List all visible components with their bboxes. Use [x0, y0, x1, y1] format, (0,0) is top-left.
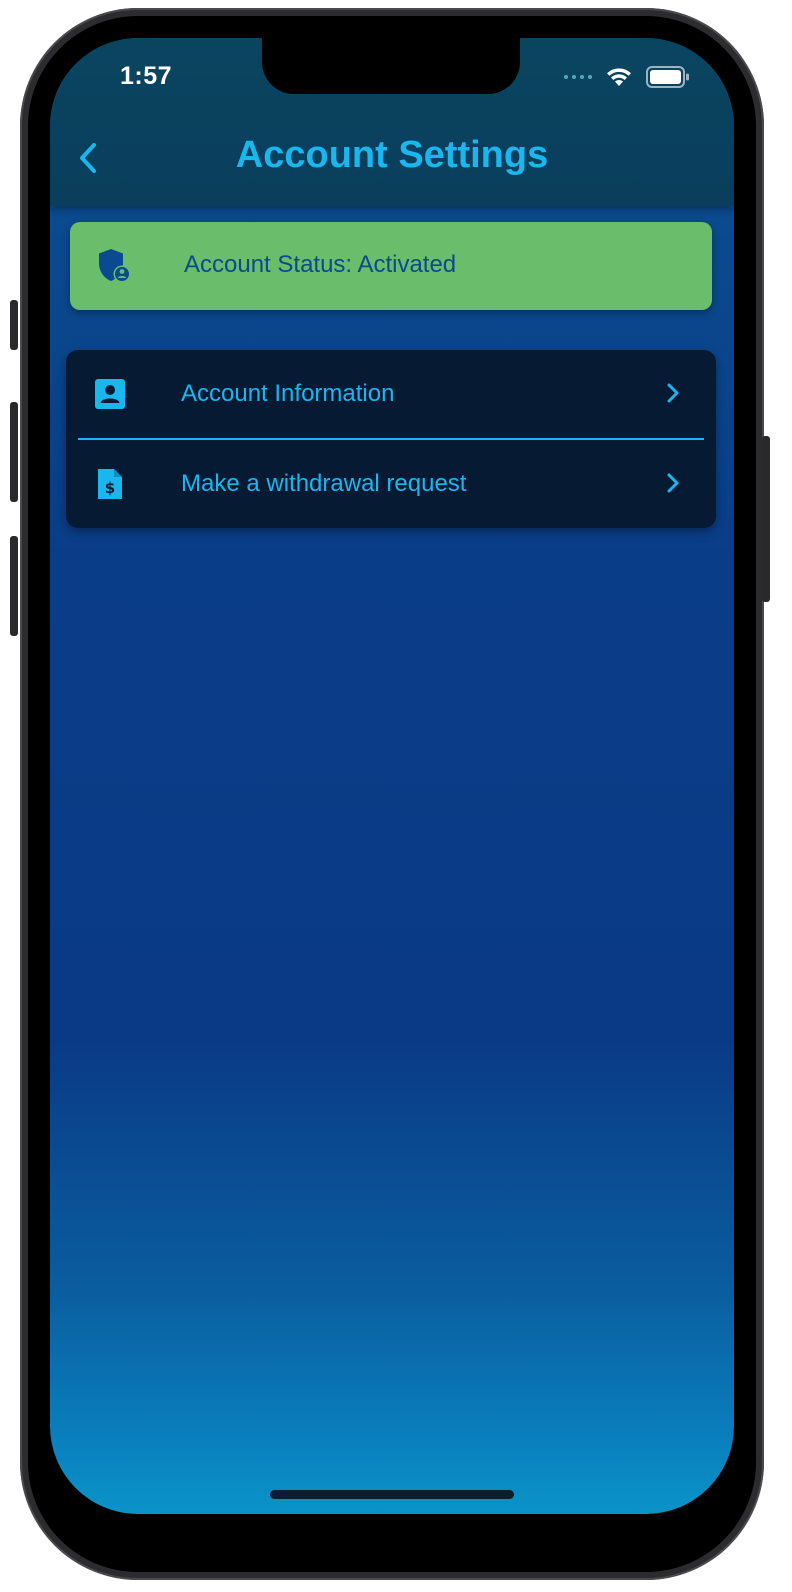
chevron-right-icon — [667, 473, 679, 493]
volume-up-button — [10, 402, 18, 502]
screen: 1:57 Account Settings Account Status: Ac… — [50, 38, 734, 1514]
dollar-document-icon: $ — [98, 469, 122, 499]
mute-switch — [10, 300, 18, 350]
contact-card-icon — [95, 379, 125, 409]
home-indicator[interactable] — [270, 1490, 514, 1499]
battery-icon — [646, 66, 689, 88]
cellular-signal-icon — [564, 75, 592, 79]
notch — [262, 38, 520, 94]
page-title: Account Settings — [235, 134, 549, 176]
menu-item-withdrawal-request[interactable]: $ Make a withdrawal request — [66, 440, 716, 528]
volume-down-button — [10, 536, 18, 636]
menu-item-account-information[interactable]: Account Information — [66, 350, 716, 438]
chevron-right-icon — [667, 383, 679, 403]
svg-text:$: $ — [105, 479, 115, 497]
account-status-banner: Account Status: Activated — [70, 222, 712, 310]
shield-user-icon — [99, 249, 131, 283]
menu-item-label: Account Information — [181, 380, 395, 407]
settings-menu: Account Information $ Make a withdrawal … — [66, 350, 716, 528]
wifi-icon — [607, 68, 631, 86]
status-time: 1:57 — [120, 62, 173, 90]
status-indicators — [564, 66, 690, 88]
power-button — [762, 436, 770, 602]
nav-header: 1:57 Account Settings — [50, 38, 734, 206]
account-status-label: Account Status: Activated — [184, 251, 457, 278]
menu-item-label: Make a withdrawal request — [181, 470, 467, 497]
